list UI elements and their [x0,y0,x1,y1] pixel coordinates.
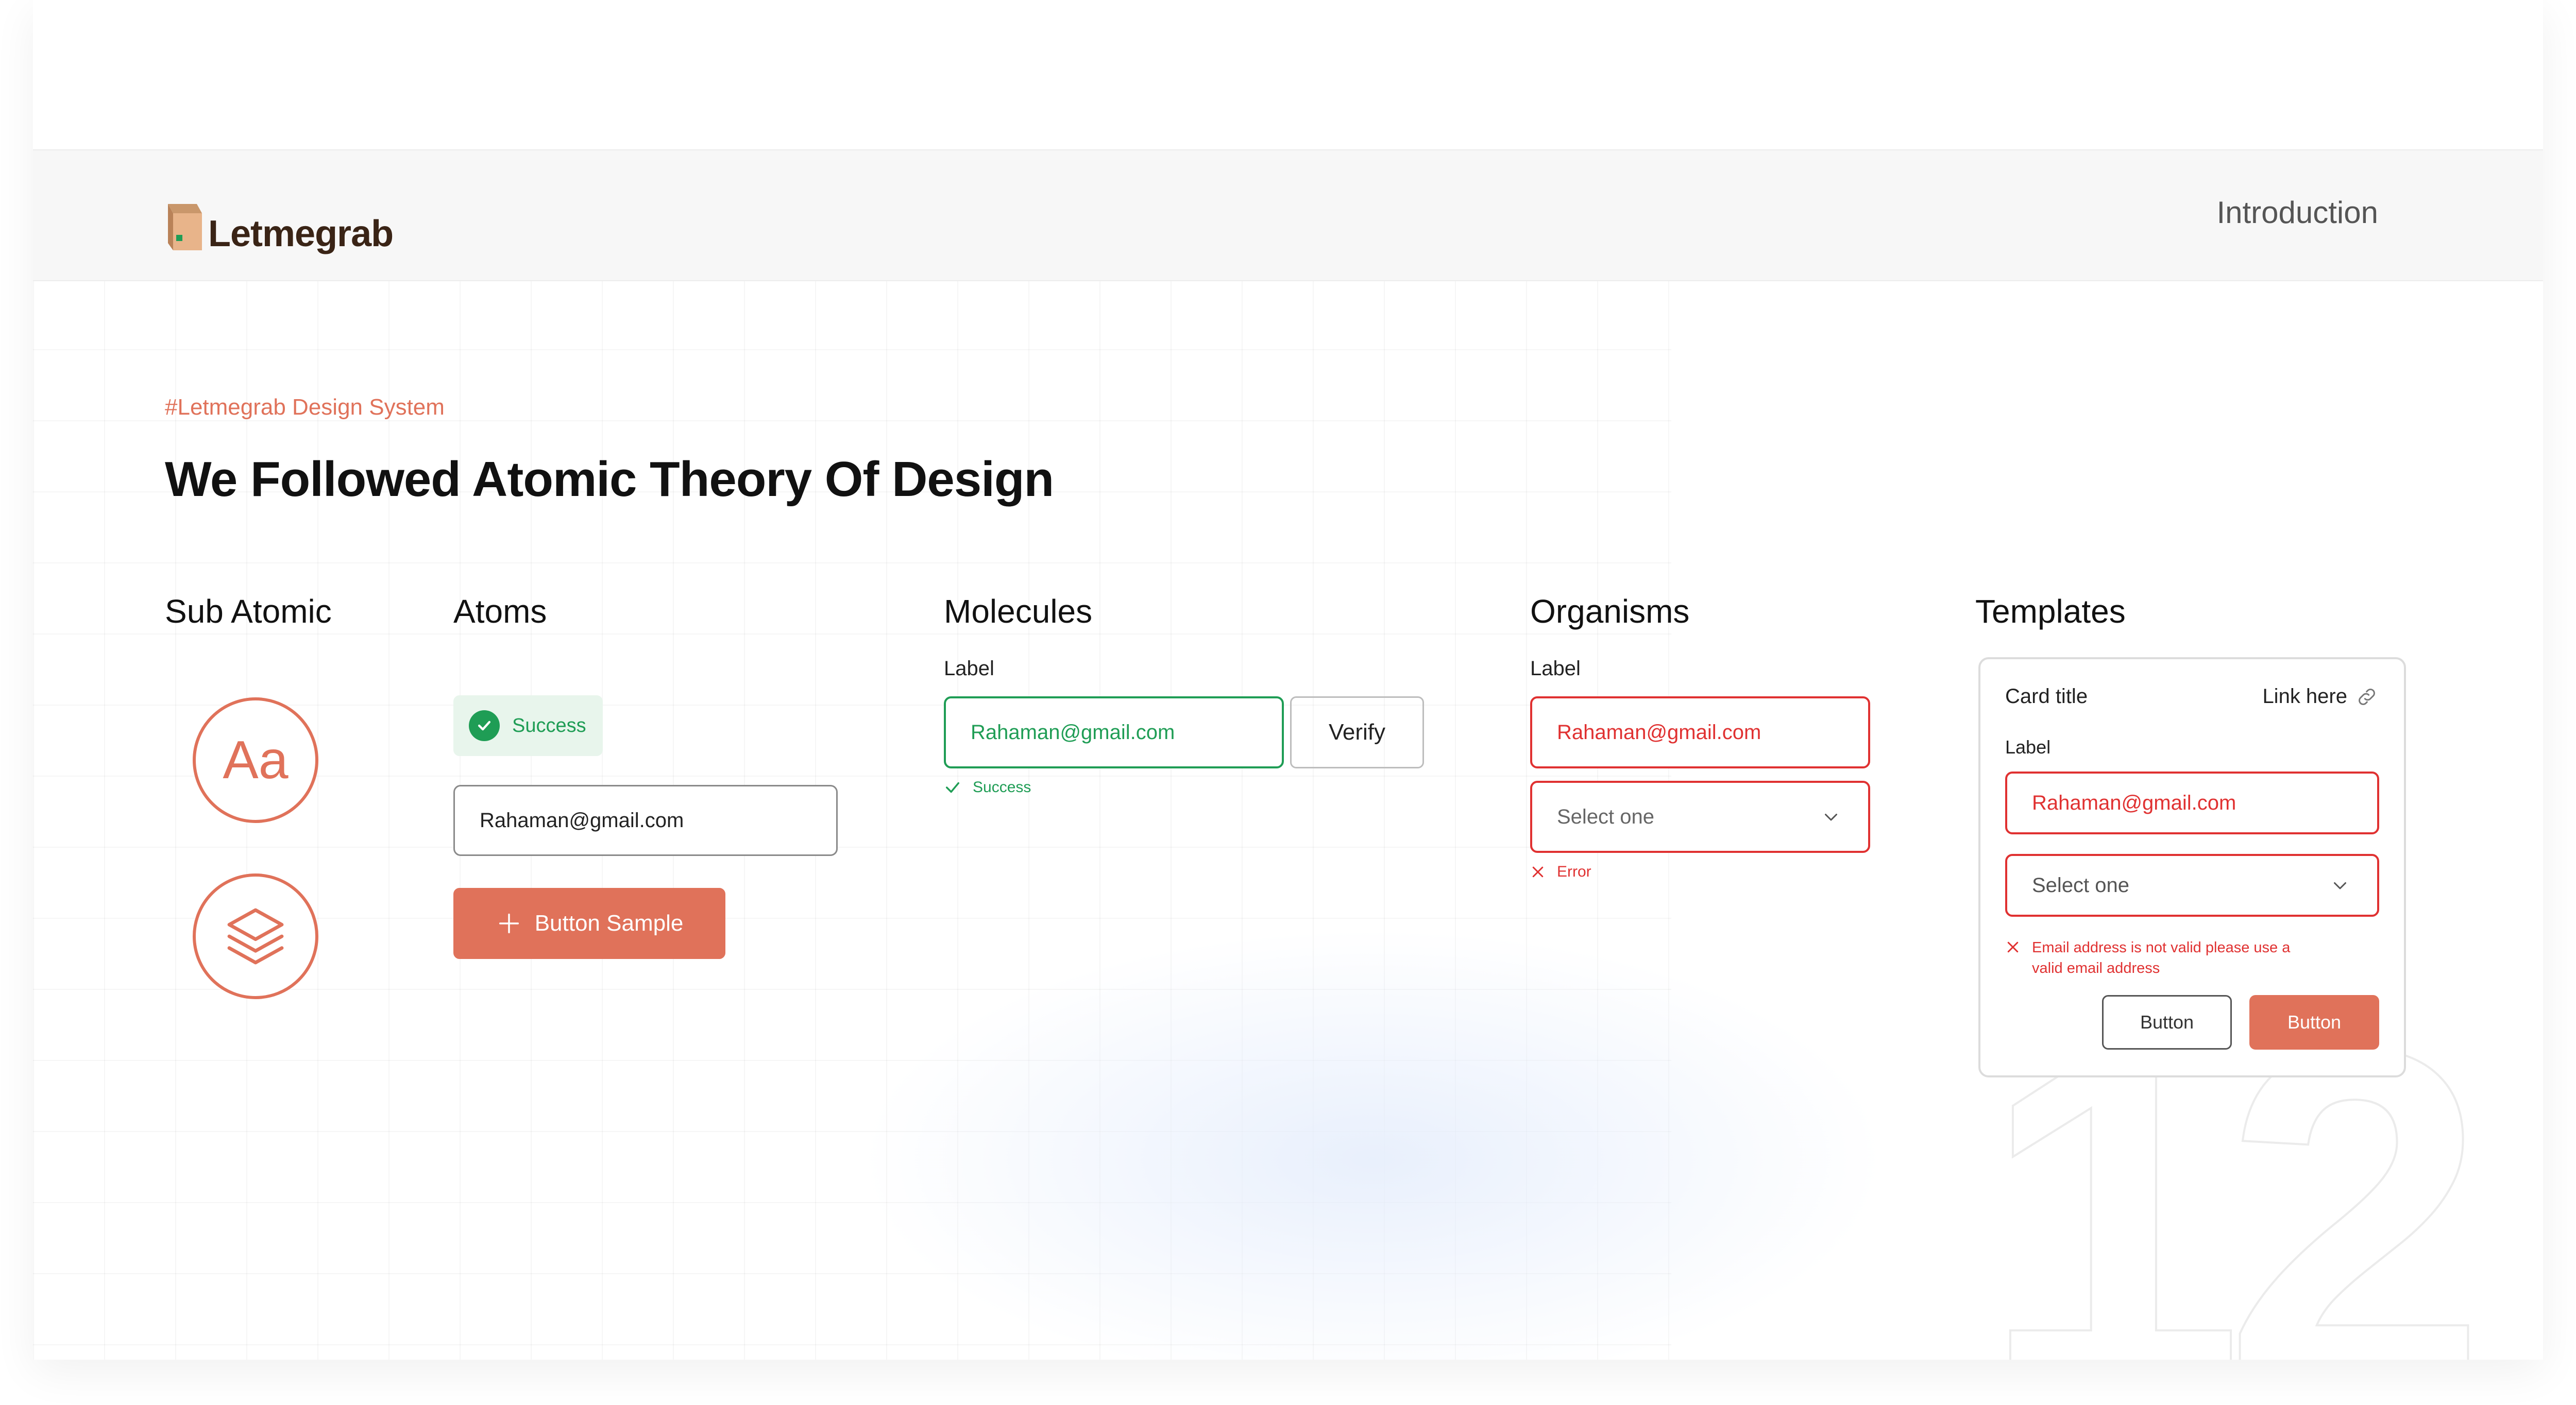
template-card: Card title Link here Label Rahaman@gmail… [1978,657,2406,1077]
organism-select[interactable]: Select one [1530,781,1870,853]
link-icon [2355,686,2378,708]
email-input-atom[interactable]: Rahaman@gmail.com [453,785,838,856]
typography-sample: Aa [193,697,318,823]
close-icon [1530,864,1546,880]
organism-field-label: Label [1530,657,1581,680]
organism-select-value: Select one [1557,805,1655,828]
email-input-value: Rahaman@gmail.com [480,809,684,832]
top-header: Letmegrab Introduction [33,149,2543,281]
card-field-label: Label [2005,736,2051,758]
plus-icon [496,910,522,937]
design-frame: 12 Letmegrab Introduction #Letmegrab Des… [33,0,2543,1360]
card-link[interactable]: Link here [2262,685,2378,708]
hero-eyebrow: #Letmegrab Design System [165,395,445,420]
close-icon [2005,939,2021,979]
molecule-email-input[interactable]: Rahaman@gmail.com [944,696,1284,768]
organism-email-value: Rahaman@gmail.com [1557,721,1761,744]
organism-error-hint: Error [1530,863,1591,881]
card-secondary-button[interactable]: Button [2102,995,2232,1050]
card-select-value: Select one [2032,873,2130,897]
chevron-down-icon [1820,808,1842,831]
verify-button[interactable]: Verify [1290,696,1424,768]
molecule-field-label: Label [944,657,994,680]
layers-icon [227,908,284,965]
column-title-molecules: Molecules [944,593,1093,630]
box-logo-icon [165,199,211,252]
card-select[interactable]: Select one [2005,854,2379,917]
sample-button-label: Button Sample [534,911,684,936]
verify-button-label: Verify [1328,719,1386,745]
background-glow [857,927,1888,1360]
column-title-sub-atomic: Sub Atomic [165,593,332,630]
brand-name: Letmegrab [208,213,394,254]
organism-email-input[interactable]: Rahaman@gmail.com [1530,696,1870,768]
card-email-input[interactable]: Rahaman@gmail.com [2005,772,2379,834]
card-error-line-2: valid email address [2032,960,2160,976]
card-secondary-button-label: Button [2140,1012,2194,1033]
card-email-value: Rahaman@gmail.com [2032,791,2236,814]
chevron-down-icon [2329,876,2351,900]
card-error-hint: Email address is not valid please use a … [2005,937,2290,979]
molecule-success-text: Success [973,779,1031,796]
organism-error-text: Error [1557,863,1591,880]
type-sample-text: Aa [223,730,289,790]
check-icon [944,779,961,796]
column-title-organisms: Organisms [1530,593,1690,630]
molecule-success-hint: Success [944,779,1031,796]
card-primary-button-label: Button [2287,1012,2342,1033]
layers-icon-circle [193,873,318,999]
brand-logo[interactable]: Letmegrab [165,180,394,254]
card-error-line-1: Email address is not valid please use a [2032,939,2291,956]
success-badge-label: Success [512,714,586,736]
check-icon [469,710,500,741]
nav-introduction-link[interactable]: Introduction [2216,195,2378,230]
page-title: We Followed Atomic Theory Of Design [165,452,1054,507]
sample-button[interactable]: Button Sample [453,888,725,959]
molecule-email-value: Rahaman@gmail.com [971,721,1175,744]
success-badge: Success [453,695,603,756]
column-title-atoms: Atoms [453,593,547,630]
card-title: Card title [2005,685,2088,708]
card-primary-button[interactable]: Button [2249,995,2379,1050]
card-link-label: Link here [2262,685,2347,708]
column-title-templates: Templates [1975,593,2126,630]
